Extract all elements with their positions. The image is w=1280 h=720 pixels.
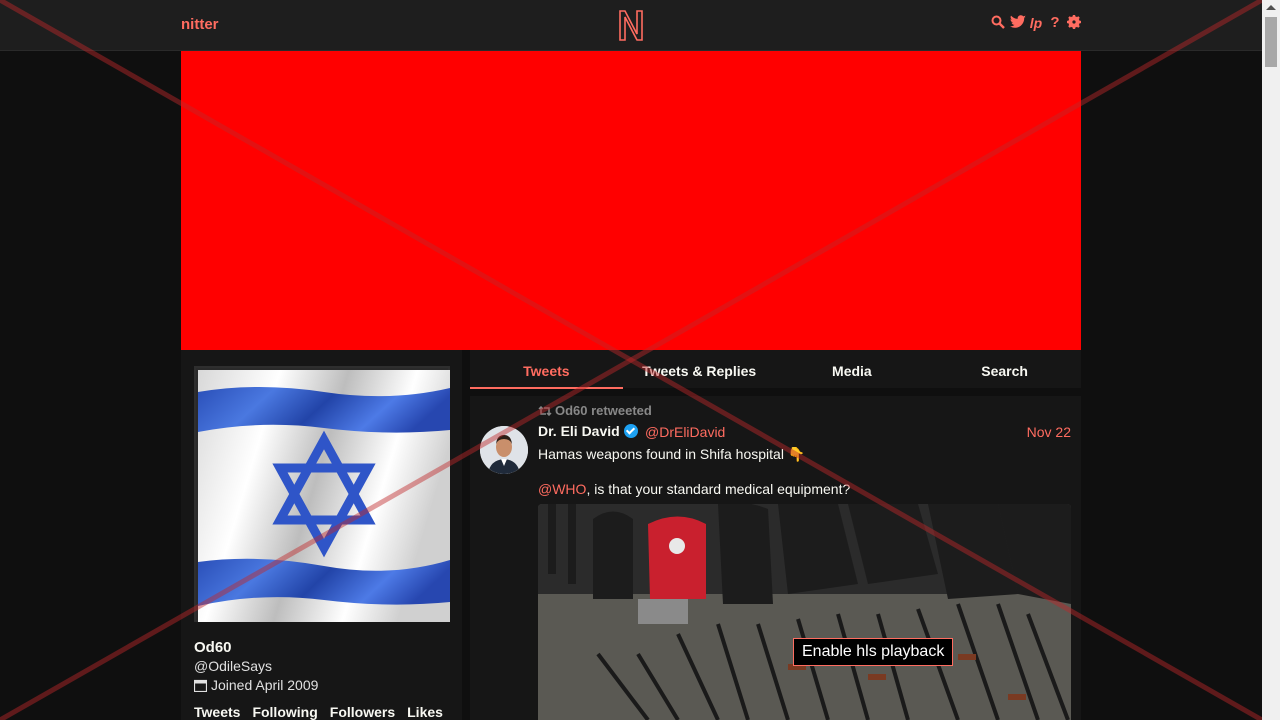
navbar: nitter lp ? — [0, 0, 1262, 51]
scroll-thumb[interactable] — [1265, 17, 1277, 67]
israel-flag-image — [198, 370, 450, 622]
profile-fullname[interactable]: Od60 — [194, 639, 232, 656]
timeline: Tweets Tweets & Replies Media Search Od6… — [470, 350, 1081, 720]
page-scrollbar[interactable] — [1262, 0, 1280, 720]
profile-avatar[interactable] — [194, 366, 450, 622]
tweet-item[interactable]: Od60 retweeted Dr. Eli David @DrEliDavid… — [470, 396, 1081, 720]
nav-icons: lp ? — [991, 15, 1081, 31]
nitter-logo-icon[interactable] — [617, 8, 645, 42]
tweet-author-name[interactable]: Dr. Eli David — [538, 423, 638, 439]
enable-hls-button[interactable]: Enable hls playback — [793, 638, 954, 666]
tweet-text: Hamas weapons found in Shifa hospital 👇 — [538, 446, 806, 462]
author-photo — [480, 426, 528, 474]
tab-media[interactable]: Media — [776, 350, 929, 388]
tweet-fullname[interactable]: Dr. Eli David — [538, 423, 620, 439]
scroll-up-arrow-icon[interactable] — [1266, 5, 1276, 10]
tweet-text-rest: , is that your standard medical equipmen… — [586, 481, 851, 497]
retweet-icon — [538, 405, 552, 416]
help-icon[interactable]: ? — [1048, 15, 1062, 31]
retweet-header: Od60 retweeted — [538, 403, 652, 418]
timeline-tabs: Tweets Tweets & Replies Media Search — [470, 350, 1081, 389]
stat-following[interactable]: Following — [252, 704, 317, 720]
tab-tweets[interactable]: Tweets — [470, 350, 623, 389]
profile-banner — [181, 51, 1081, 350]
retweet-label: Od60 retweeted — [555, 403, 652, 418]
calendar-icon — [194, 679, 207, 692]
gear-icon[interactable] — [1067, 15, 1081, 31]
tweet-author-avatar[interactable] — [480, 426, 528, 474]
tab-search[interactable]: Search — [928, 350, 1081, 388]
tab-tweets-replies[interactable]: Tweets & Replies — [623, 350, 776, 388]
profile-joined: Joined April 2009 — [194, 677, 318, 693]
joined-date: Joined April 2009 — [211, 677, 319, 693]
brand-link[interactable]: nitter — [181, 16, 219, 33]
weapons-photo — [538, 504, 1071, 720]
verified-badge-icon — [623, 424, 638, 438]
rss-icon[interactable]: lp — [1029, 15, 1043, 31]
profile-username[interactable]: @OdileSays — [194, 658, 272, 674]
twitter-bird-icon[interactable] — [1010, 15, 1026, 31]
tweet-date[interactable]: Nov 22 — [1027, 424, 1071, 440]
mention-link[interactable]: @WHO — [538, 481, 586, 497]
profile-stats: Tweets Following Followers Likes — [194, 704, 443, 720]
stat-tweets[interactable]: Tweets — [194, 704, 240, 720]
search-icon[interactable] — [991, 15, 1005, 31]
tweet-text-line2: @WHO, is that your standard medical equi… — [538, 481, 850, 497]
stat-followers[interactable]: Followers — [330, 704, 395, 720]
tweet-media[interactable]: Enable hls playback — [538, 504, 1071, 720]
tweet-handle[interactable]: @DrEliDavid — [645, 424, 725, 440]
stat-likes[interactable]: Likes — [407, 704, 443, 720]
profile-card: Od60 @OdileSays Joined April 2009 Tweets… — [181, 350, 462, 720]
